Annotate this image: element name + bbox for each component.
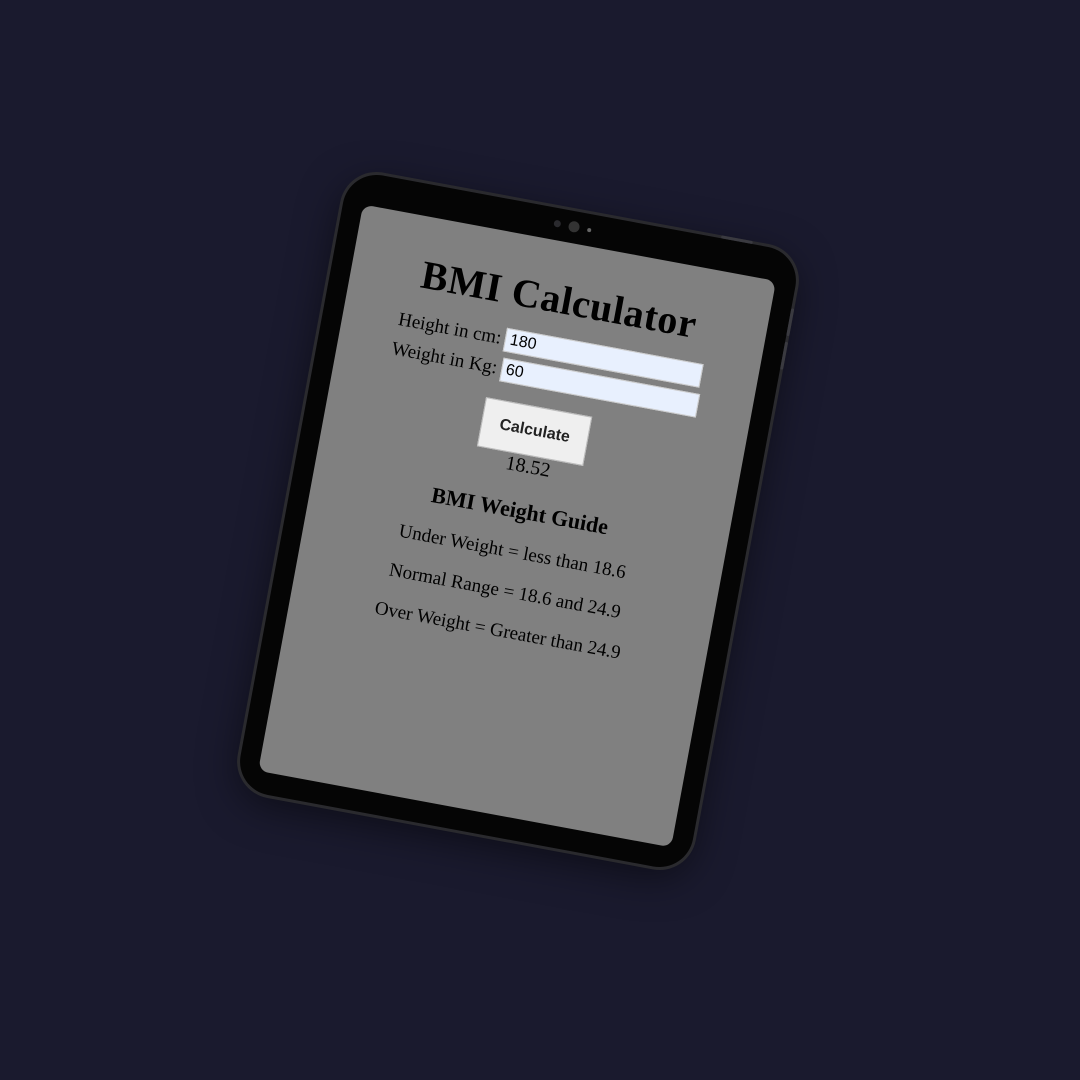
tablet-frame: BMI Calculator Height in cm: Weight in K… <box>234 169 802 873</box>
volume-up-button <box>786 308 795 337</box>
indicator-icon <box>586 227 592 232</box>
volume-down-button <box>780 341 789 370</box>
camera-icon <box>567 220 581 234</box>
stage: BMI Calculator Height in cm: Weight in K… <box>0 0 1080 1080</box>
sensor-icon <box>553 219 562 228</box>
tablet-screen: BMI Calculator Height in cm: Weight in K… <box>258 204 777 848</box>
power-button <box>720 235 753 245</box>
camera-cluster <box>553 218 592 236</box>
